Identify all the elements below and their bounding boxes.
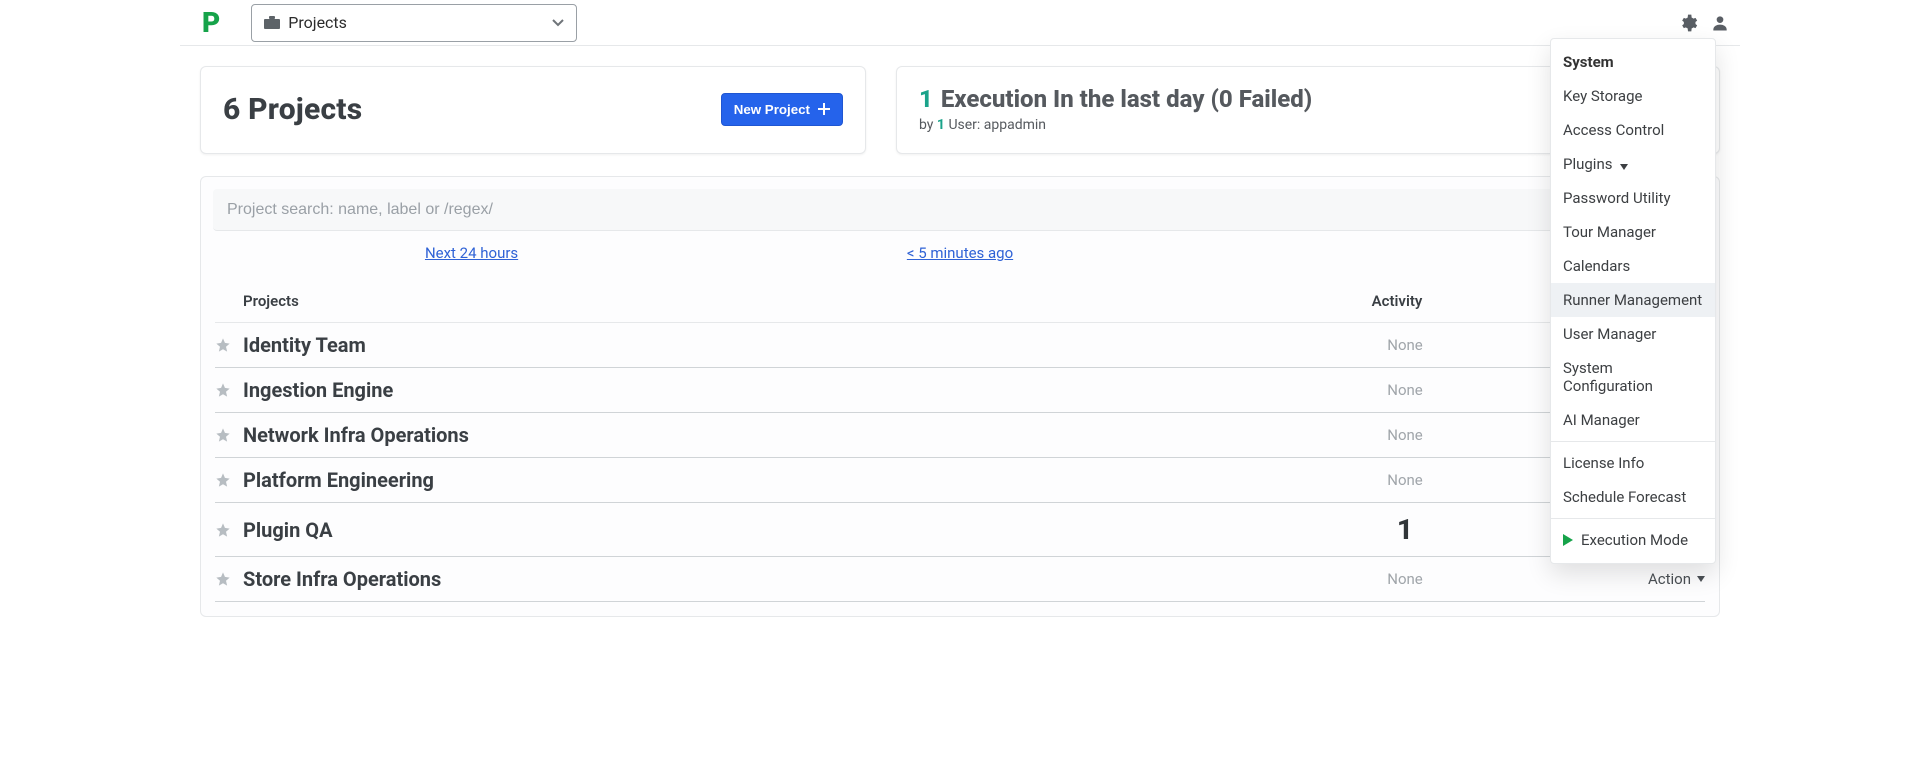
briefcase-icon <box>264 16 280 30</box>
project-activity: None <box>1305 381 1505 399</box>
menu-item-label: Plugins <box>1563 155 1612 173</box>
menu-item-plugins[interactable]: Plugins <box>1551 147 1715 181</box>
menu-item-label: Password Utility <box>1563 189 1671 207</box>
project-name[interactable]: Network Infra Operations <box>243 423 1305 447</box>
table-row: Platform EngineeringNoneAction <box>215 458 1705 503</box>
project-actions: Action <box>1505 570 1705 588</box>
project-name[interactable]: Platform Engineering <box>243 468 1305 492</box>
new-project-label: New Project <box>734 102 810 117</box>
menu-item-schedule-forecast[interactable]: Schedule Forecast <box>1551 480 1715 514</box>
chevron-down-icon <box>552 19 564 27</box>
page-root: P Projects 6 Projects <box>180 0 1740 617</box>
menu-item-label: AI Manager <box>1563 411 1640 429</box>
time-links-row: Next 24 hours < 5 minutes ago <box>201 231 1719 280</box>
projects-summary-card: 6 Projects New Project <box>200 66 866 154</box>
col-projects: Projects <box>243 292 1297 310</box>
project-activity: None <box>1305 336 1505 354</box>
menu-item-system-configuration[interactable]: System Configuration <box>1551 351 1715 403</box>
menu-item-password-utility[interactable]: Password Utility <box>1551 181 1715 215</box>
table-row: Network Infra OperationsNoneAction <box>215 413 1705 458</box>
project-activity: None <box>1305 471 1505 489</box>
menu-item-label: Key Storage <box>1563 87 1642 105</box>
menu-item-tour-manager[interactable]: Tour Manager <box>1551 215 1715 249</box>
menu-item-ai-manager[interactable]: AI Manager <box>1551 403 1715 437</box>
star-icon[interactable] <box>215 522 243 538</box>
project-name[interactable]: Identity Team <box>243 333 1305 357</box>
caret-down-icon <box>1620 156 1628 174</box>
action-label: Action <box>1648 570 1691 588</box>
executions-title: Execution In the last day (0 Failed) <box>941 85 1312 113</box>
menu-item-calendars[interactable]: Calendars <box>1551 249 1715 283</box>
menu-item-key-storage[interactable]: Key Storage <box>1551 79 1715 113</box>
byline-prefix: by <box>919 117 933 133</box>
menu-item-runner-management[interactable]: Runner Management <box>1551 283 1715 317</box>
gear-icon[interactable] <box>1678 13 1698 33</box>
menu-item-label: Calendars <box>1563 257 1630 275</box>
menu-item-label: Execution Mode <box>1581 531 1688 549</box>
topbar: P Projects <box>180 0 1740 46</box>
star-icon[interactable] <box>215 571 243 587</box>
table-row: Ingestion EngineNoneAction <box>215 368 1705 413</box>
project-activity: None <box>1305 570 1505 588</box>
col-activity: Activity <box>1297 292 1497 310</box>
menu-item-label: User Manager <box>1563 325 1656 343</box>
star-icon[interactable] <box>215 427 243 443</box>
menu-divider <box>1551 441 1715 442</box>
star-icon[interactable] <box>215 382 243 398</box>
menu-item-label: Runner Management <box>1563 291 1702 309</box>
menu-item-execution-mode[interactable]: Execution Mode <box>1551 523 1715 557</box>
star-icon[interactable] <box>215 472 243 488</box>
brand-logo: P <box>202 6 221 39</box>
project-name[interactable]: Plugin QA <box>243 518 1305 542</box>
table-row: Plugin QA1Action <box>215 503 1705 557</box>
menu-item-label: System Configuration <box>1563 359 1703 395</box>
action-dropdown[interactable]: Action <box>1648 570 1705 588</box>
project-activity: None <box>1305 426 1505 444</box>
menu-item-label: Schedule Forecast <box>1563 488 1686 506</box>
table-row: Identity TeamNoneAction <box>215 323 1705 368</box>
projects-panel: Next 24 hours < 5 minutes ago Projects A… <box>200 176 1720 617</box>
search-bar <box>213 189 1707 231</box>
project-name[interactable]: Store Infra Operations <box>243 567 1305 591</box>
project-name[interactable]: Ingestion Engine <box>243 378 1305 402</box>
menu-item-access-control[interactable]: Access Control <box>1551 113 1715 147</box>
menu-item-label: Tour Manager <box>1563 223 1656 241</box>
menu-item-user-manager[interactable]: User Manager <box>1551 317 1715 351</box>
search-input[interactable] <box>225 200 1699 220</box>
project-selector-label: Projects <box>288 13 347 32</box>
menu-item-label: License Info <box>1563 454 1644 472</box>
recent-activity-link[interactable]: < 5 minutes ago <box>907 244 1013 262</box>
table-header: Projects Activity Actions <box>215 280 1705 323</box>
caret-down-icon <box>1697 576 1705 582</box>
star-icon[interactable] <box>215 337 243 353</box>
table-row: Store Infra OperationsNone Action <box>215 557 1705 602</box>
menu-item-license-info[interactable]: License Info <box>1551 446 1715 480</box>
new-project-button[interactable]: New Project <box>721 93 843 126</box>
plus-icon <box>818 103 830 115</box>
project-activity: 1 <box>1305 513 1505 546</box>
summary-cards: 6 Projects New Project 1 Execution In th… <box>180 46 1740 154</box>
menu-item-label: Access Control <box>1563 121 1664 139</box>
byline-count: 1 <box>937 117 945 133</box>
system-menu-title: System <box>1551 45 1715 79</box>
menu-divider <box>1551 518 1715 519</box>
executions-count: 1 <box>919 85 933 113</box>
projects-table: Projects Activity Actions Identity TeamN… <box>201 280 1719 616</box>
byline-suffix: User: appadmin <box>948 117 1046 133</box>
next-24-link[interactable]: Next 24 hours <box>425 244 518 262</box>
system-menu: System Key Storage Access Control Plugins P… <box>1550 38 1716 564</box>
project-selector[interactable]: Projects <box>251 4 577 42</box>
play-icon <box>1563 534 1573 546</box>
user-icon[interactable] <box>1710 13 1730 33</box>
projects-count: 6 Projects <box>223 92 362 127</box>
topbar-actions <box>1678 13 1730 33</box>
